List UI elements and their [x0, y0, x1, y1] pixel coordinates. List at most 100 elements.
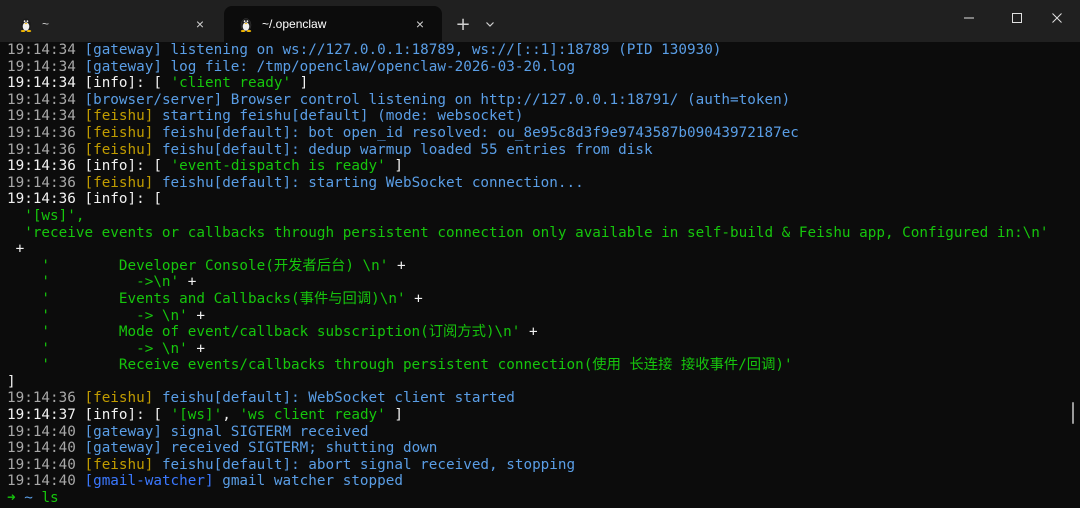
close-tab-icon[interactable]: ×: [410, 14, 430, 34]
terminal-segment: [feishu]: [75, 141, 154, 158]
terminal-segment: 19:14:40: [7, 423, 76, 440]
terminal-segment: [feishu]: [75, 390, 154, 407]
terminal-segment: 19:14:34: [7, 75, 76, 92]
terminal-segment: ' -> \n': [7, 340, 188, 357]
terminal-line: 19:14:34 [gateway] listening on ws://127…: [7, 42, 1067, 59]
terminal-line: 19:14:37 [info]: [ '[ws]', 'ws client re…: [7, 407, 1067, 424]
terminal-segment: '[ws]',: [7, 207, 85, 224]
terminal-line: ➜ ~ ls: [7, 490, 1067, 507]
terminal-line: 19:14:40 [feishu] feishu[default]: abort…: [7, 457, 1067, 474]
terminal-segment: [feishu]: [75, 124, 154, 141]
terminal-segment: ]: [291, 75, 309, 92]
terminal-line: '[ws]',: [7, 208, 1067, 225]
chevron-down-icon: [486, 22, 494, 27]
terminal-segment: ~: [24, 490, 42, 507]
terminal-segment: starting feishu[default] (mode: websocke…: [153, 108, 524, 125]
terminal-line: 19:14:36 [feishu] feishu[default]: start…: [7, 175, 1067, 192]
tux-icon: [20, 18, 32, 32]
minimize-button[interactable]: [946, 0, 992, 36]
terminal-segment: ' ->\n': [7, 274, 180, 291]
terminal-line: 19:14:36 [info]: [ 'event-dispatch is re…: [7, 158, 1067, 175]
terminal-segment: ]: [385, 158, 403, 175]
terminal-line: 19:14:34 [info]: [ 'client ready' ]: [7, 75, 1067, 92]
new-tab-button[interactable]: +: [448, 6, 478, 42]
terminal-segment: 19:14:36: [7, 124, 76, 141]
terminal-segment: [gateway] log file: /tmp/openclaw/opencl…: [75, 58, 576, 75]
terminal-segment: 19:14:36: [7, 191, 76, 208]
terminal-segment: 19:14:34: [7, 108, 76, 125]
terminal-line: ' -> \n' +: [7, 341, 1067, 358]
tab-openclaw[interactable]: ~/.openclaw ×: [224, 6, 442, 42]
terminal-segment: feishu[default]: bot open_id resolved: o…: [153, 124, 799, 141]
terminal-line: 19:14:40 [gateway] received SIGTERM; shu…: [7, 440, 1067, 457]
terminal-segment: ' Receive events/callbacks through persi…: [7, 357, 793, 374]
terminal-segment: +: [520, 324, 538, 341]
terminal-line: 19:14:36 [feishu] feishu[default]: WebSo…: [7, 390, 1067, 407]
terminal-segment: [gateway] listening on ws://127.0.0.1:18…: [75, 42, 722, 58]
terminal-segment: ls: [41, 490, 59, 507]
terminal-segment: +: [179, 274, 197, 291]
terminal-window: ~ × ~/.openclaw × + 19:14:34 [gateway] l…: [0, 0, 1080, 508]
terminal-segment: ' Mode of event/callback subscription(订阅…: [7, 324, 521, 341]
terminal-line: 19:14:40 [gmail-watcher] gmail watcher s…: [7, 473, 1067, 490]
terminal-segment: [gateway] received SIGTERM; shutting dow…: [75, 440, 438, 457]
terminal-segment: ,: [222, 407, 240, 424]
tab-label: ~/.openclaw: [262, 17, 327, 31]
terminal-segment: gmail watcher stopped: [213, 473, 403, 490]
terminal-line: ' ->\n' +: [7, 274, 1067, 291]
terminal-segment: 19:14:36: [7, 158, 76, 175]
close-tab-icon[interactable]: ×: [190, 14, 210, 34]
terminal-segment: [feishu]: [75, 108, 154, 125]
dropdown-button[interactable]: [478, 6, 502, 42]
terminal-segment: 19:14:36: [7, 141, 76, 158]
terminal-segment: [gmail-watcher]: [75, 473, 214, 490]
terminal-segment: ]: [385, 407, 403, 424]
terminal-segment: ' Events and Callbacks(事件与回调)\n': [7, 290, 406, 307]
tux-icon: [240, 18, 252, 32]
terminal-output[interactable]: 19:14:34 [gateway] listening on ws://127…: [7, 42, 1067, 508]
terminal-segment: 19:14:36: [7, 174, 76, 191]
terminal-segment: +: [187, 307, 205, 324]
terminal-line: ' Events and Callbacks(事件与回调)\n' +: [7, 291, 1067, 308]
tab-bar: ~ × ~/.openclaw × +: [0, 0, 1080, 42]
terminal-segment: feishu[default]: WebSocket client starte…: [153, 390, 515, 407]
terminal-line: ' Developer Console(开发者后台) \n' +: [7, 258, 1067, 275]
terminal-segment: [feishu]: [75, 456, 154, 473]
terminal-line: +: [7, 241, 1067, 258]
terminal-segment: 'client ready': [170, 75, 292, 92]
terminal-line: 19:14:40 [gateway] signal SIGTERM receiv…: [7, 424, 1067, 441]
terminal-line: 19:14:34 [gateway] log file: /tmp/opencl…: [7, 59, 1067, 76]
terminal-segment: +: [187, 340, 205, 357]
terminal-segment: 'ws client ready': [239, 407, 386, 424]
terminal-segment: ' -> \n': [7, 307, 188, 324]
tab-home[interactable]: ~ ×: [4, 6, 222, 42]
terminal-line: 19:14:36 [feishu] feishu[default]: bot o…: [7, 125, 1067, 142]
terminal-line: 19:14:36 [feishu] feishu[default]: dedup…: [7, 142, 1067, 159]
terminal-segment: 19:14:36: [7, 390, 76, 407]
terminal-line: ' -> \n' +: [7, 308, 1067, 325]
terminal-segment: ➜: [7, 490, 25, 507]
terminal-segment: feishu[default]: abort signal received, …: [153, 456, 576, 473]
terminal-segment: 19:14:34: [7, 42, 76, 58]
close-icon: [1052, 13, 1062, 23]
terminal-segment: +: [388, 257, 406, 274]
terminal-segment: 'receive events or callbacks through per…: [7, 224, 1049, 241]
minimize-icon: [964, 17, 974, 19]
terminal-segment: 19:14:37: [7, 407, 76, 424]
terminal-segment: '[ws]': [170, 407, 223, 424]
terminal-segment: [browser/server] Browser control listeni…: [75, 91, 791, 108]
terminal-segment: 19:14:34: [7, 58, 76, 75]
terminal-segment: feishu[default]: starting WebSocket conn…: [153, 174, 584, 191]
terminal-segment: 19:14:34: [7, 91, 76, 108]
terminal-segment: feishu[default]: dedup warmup loaded 55 …: [153, 141, 653, 158]
close-window-button[interactable]: [1034, 0, 1080, 36]
terminal-segment: [info]: [: [75, 407, 171, 424]
terminal-line: ' Mode of event/callback subscription(订阅…: [7, 324, 1067, 341]
terminal-segment: 19:14:40: [7, 456, 76, 473]
terminal-line: 19:14:34 [feishu] starting feishu[defaul…: [7, 108, 1067, 125]
terminal-segment: [info]: [: [75, 75, 171, 92]
terminal-segment: 'event-dispatch is ready': [170, 158, 386, 175]
terminal-segment: 19:14:40: [7, 473, 76, 490]
terminal-line: ' Receive events/callbacks through persi…: [7, 357, 1067, 374]
scrollbar-thumb[interactable]: [1072, 402, 1074, 424]
